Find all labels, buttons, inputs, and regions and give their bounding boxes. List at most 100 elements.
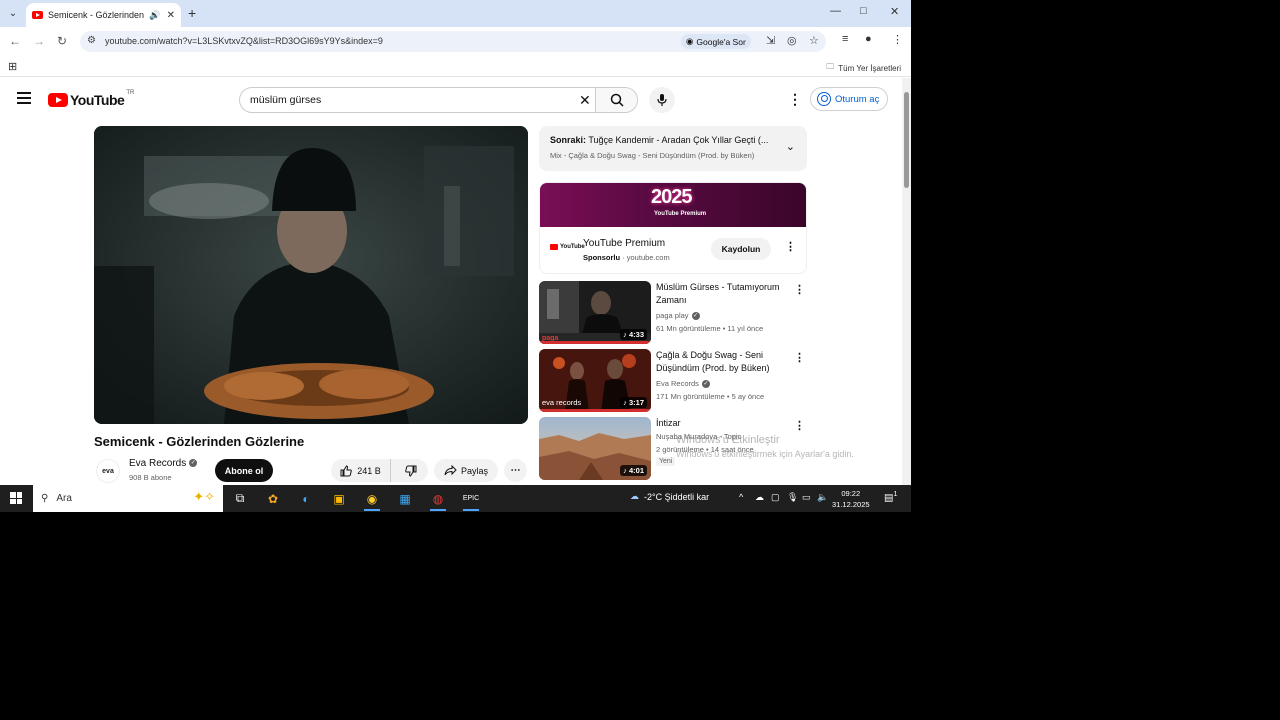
audio-playing-icon[interactable]: 🔊 [149, 10, 160, 21]
video-player[interactable] [94, 126, 528, 424]
verified-icon: ✓ [691, 312, 700, 321]
more-options-icon[interactable]: ⋮ [794, 419, 805, 432]
recommended-video[interactable]: paga ♪ 4:33 Müslüm Gürses - Tutamıyorum … [539, 281, 807, 344]
youtube-logo[interactable]: YouTube TR [48, 90, 134, 108]
ad-signup-button[interactable]: Kaydolun [711, 238, 771, 260]
browser-tab[interactable]: Semicenk - Gözlerinden Gö 🔊 ✕ [26, 3, 181, 27]
next-label: Sonraki: [550, 135, 587, 145]
maximize-button[interactable]: □ [860, 5, 867, 17]
subscribe-button[interactable]: Abone ol [215, 459, 273, 482]
video-thumbnail[interactable]: eva records ♪ 3:17 [539, 349, 651, 412]
profile-avatar-icon[interactable]: ● [865, 33, 872, 45]
weather-widget[interactable]: ☁ -2°C Şiddetli kar [630, 491, 709, 502]
epic-games-icon[interactable]: EPIC [460, 488, 482, 511]
google-lens-chip[interactable]: ◉ Google'a Sor [681, 34, 751, 49]
ad-title[interactable]: YouTube Premium [583, 238, 665, 249]
chrome-menu-icon[interactable]: ⋮ [892, 33, 903, 46]
youtube-wordmark: YouTube [70, 92, 125, 108]
network-icon[interactable]: ▭ [802, 492, 811, 503]
like-button[interactable]: 241 B [331, 459, 391, 482]
scrollbar-thumb[interactable] [904, 92, 909, 188]
bookmark-star-icon[interactable]: ☆ [809, 34, 819, 47]
verified-icon: ✓ [701, 380, 710, 389]
settings-menu-icon[interactable]: ⋮ [788, 91, 802, 108]
url-text[interactable]: youtube.com/watch?v=L3LSKvtxvZQ&list=RD3… [105, 36, 383, 46]
windows-start-icon[interactable] [10, 492, 22, 504]
chevron-down-icon[interactable]: ⌄ [786, 140, 795, 153]
clear-search-icon[interactable]: ✕ [579, 92, 591, 109]
next-up-card[interactable]: Sonraki: Tuğçe Kandemir - Aradan Çok Yıl… [539, 126, 807, 171]
ad-logo-text: YouTube [560, 244, 585, 250]
search-input[interactable]: müslüm gürses [250, 94, 321, 106]
lens-label: Google'a Sor [696, 36, 746, 47]
voice-search-button[interactable] [649, 87, 675, 113]
recommended-title[interactable]: Çağla & Doğu Swag - Seni Düşündüm (Prod.… [656, 349, 791, 375]
channel-name[interactable]: Eva Records ✓ [129, 458, 198, 469]
more-options-icon[interactable]: ⋮ [794, 351, 805, 364]
chrome-taskbar-icon[interactable]: ◉ [361, 488, 383, 511]
recommended-channel-text: paga play [656, 311, 689, 320]
snow-cloud-icon: ☁ [630, 491, 639, 501]
next-up-title: Sonraki: Tuğçe Kandemir - Aradan Çok Yıl… [550, 135, 775, 145]
sign-in-button[interactable]: Oturum aç [810, 87, 889, 111]
duration-text: 4:01 [628, 466, 644, 475]
ad-more-icon[interactable]: ⋮ [785, 240, 796, 253]
windows-activation-watermark: Windows'u Etkinleştir Windows'u etkinleş… [676, 434, 854, 459]
copilot-icon[interactable]: ✿ [262, 488, 284, 509]
all-bookmarks-button[interactable]: 🗀 Tüm Yer İşaretleri [826, 61, 901, 75]
tab-search-icon[interactable]: ⌄ [5, 5, 21, 21]
video-thumbnail[interactable]: paga ♪ 4:33 [539, 281, 651, 344]
channel-name-text[interactable]: Eva Records [129, 458, 186, 469]
store-icon[interactable]: ▣ [328, 488, 350, 509]
search-button[interactable] [595, 88, 637, 112]
forward-icon[interactable]: → [33, 34, 45, 48]
close-window-button[interactable]: ✕ [890, 5, 899, 18]
system-clock[interactable]: 09:22 31.12.2025 [832, 488, 870, 510]
search-icon [610, 93, 624, 107]
thumbs-down-icon [404, 465, 416, 477]
address-bar[interactable]: ⚙ youtube.com/watch?v=L3LSKvtxvZQ&list=R… [80, 31, 826, 52]
minimize-button[interactable]: — [830, 5, 841, 17]
video-thumbnail[interactable]: ♪ 4:01 [539, 417, 651, 480]
taskbar-search[interactable]: ⚲ Ara ✦✧ [33, 485, 223, 512]
notification-center-icon[interactable]: ▤1 [884, 491, 897, 503]
meet-now-icon[interactable]: ▢ [771, 492, 780, 503]
screen: ⌄ Semicenk - Gözlerinden Gö 🔊 ✕ + — □ ✕ … [0, 0, 911, 512]
microphone-icon[interactable]: 🎙 [787, 492, 798, 503]
calculator-icon[interactable]: ▦ [394, 488, 416, 509]
hamburger-menu-icon[interactable] [17, 92, 31, 107]
microphone-icon [657, 94, 667, 106]
edge-icon[interactable]: ◐ [295, 488, 317, 509]
tray-overflow-icon[interactable]: ^ [739, 492, 743, 502]
dislike-button[interactable] [393, 459, 428, 482]
share-button[interactable]: Paylaş [434, 459, 498, 482]
recommended-title[interactable]: Müslüm Gürses - Tutamıyorum Zamanı [656, 281, 791, 307]
verified-icon: ✓ [189, 459, 198, 468]
back-icon[interactable]: ← [9, 34, 21, 48]
channel-avatar[interactable]: eva [96, 459, 120, 483]
volume-icon[interactable]: 🔈 [817, 492, 828, 503]
lens-icon: ◉ [686, 36, 694, 46]
apps-grid-icon[interactable]: ⊞ [8, 60, 17, 73]
more-options-icon[interactable]: ⋮ [794, 283, 805, 296]
reload-icon[interactable]: ↻ [57, 34, 67, 48]
page-scrollbar[interactable] [902, 78, 911, 485]
site-info-icon[interactable]: ⚙ [87, 35, 96, 46]
new-tab-button[interactable]: + [188, 5, 196, 21]
onedrive-icon[interactable]: ☁ [755, 492, 764, 503]
ad-banner-image[interactable]: 2025 YouTube Premium [540, 183, 806, 227]
screen-recorder-icon[interactable]: ◍ [427, 488, 449, 511]
install-app-icon[interactable]: ⇲ [766, 34, 775, 47]
recommended-video[interactable]: eva records ♪ 3:17 Çağla & Doğu Swag - S… [539, 349, 807, 412]
more-actions-button[interactable]: ⋯ [504, 459, 527, 482]
search-box[interactable]: müslüm gürses ✕ [239, 87, 638, 113]
tab-close-icon[interactable]: ✕ [167, 10, 175, 21]
recommended-channel: Eva Records ✓ [656, 379, 710, 389]
eye-off-icon[interactable]: ◎ [787, 34, 797, 47]
youtube-play-icon [48, 93, 68, 107]
task-view-icon[interactable]: ⧉ [229, 488, 251, 509]
youtube-favicon-icon [32, 11, 43, 19]
media-control-icon[interactable]: ≡ [842, 33, 848, 45]
ad-card[interactable]: 2025 YouTube Premium YouTube YouTube Pre… [539, 182, 807, 274]
recommended-title[interactable]: İntizar [656, 417, 791, 430]
